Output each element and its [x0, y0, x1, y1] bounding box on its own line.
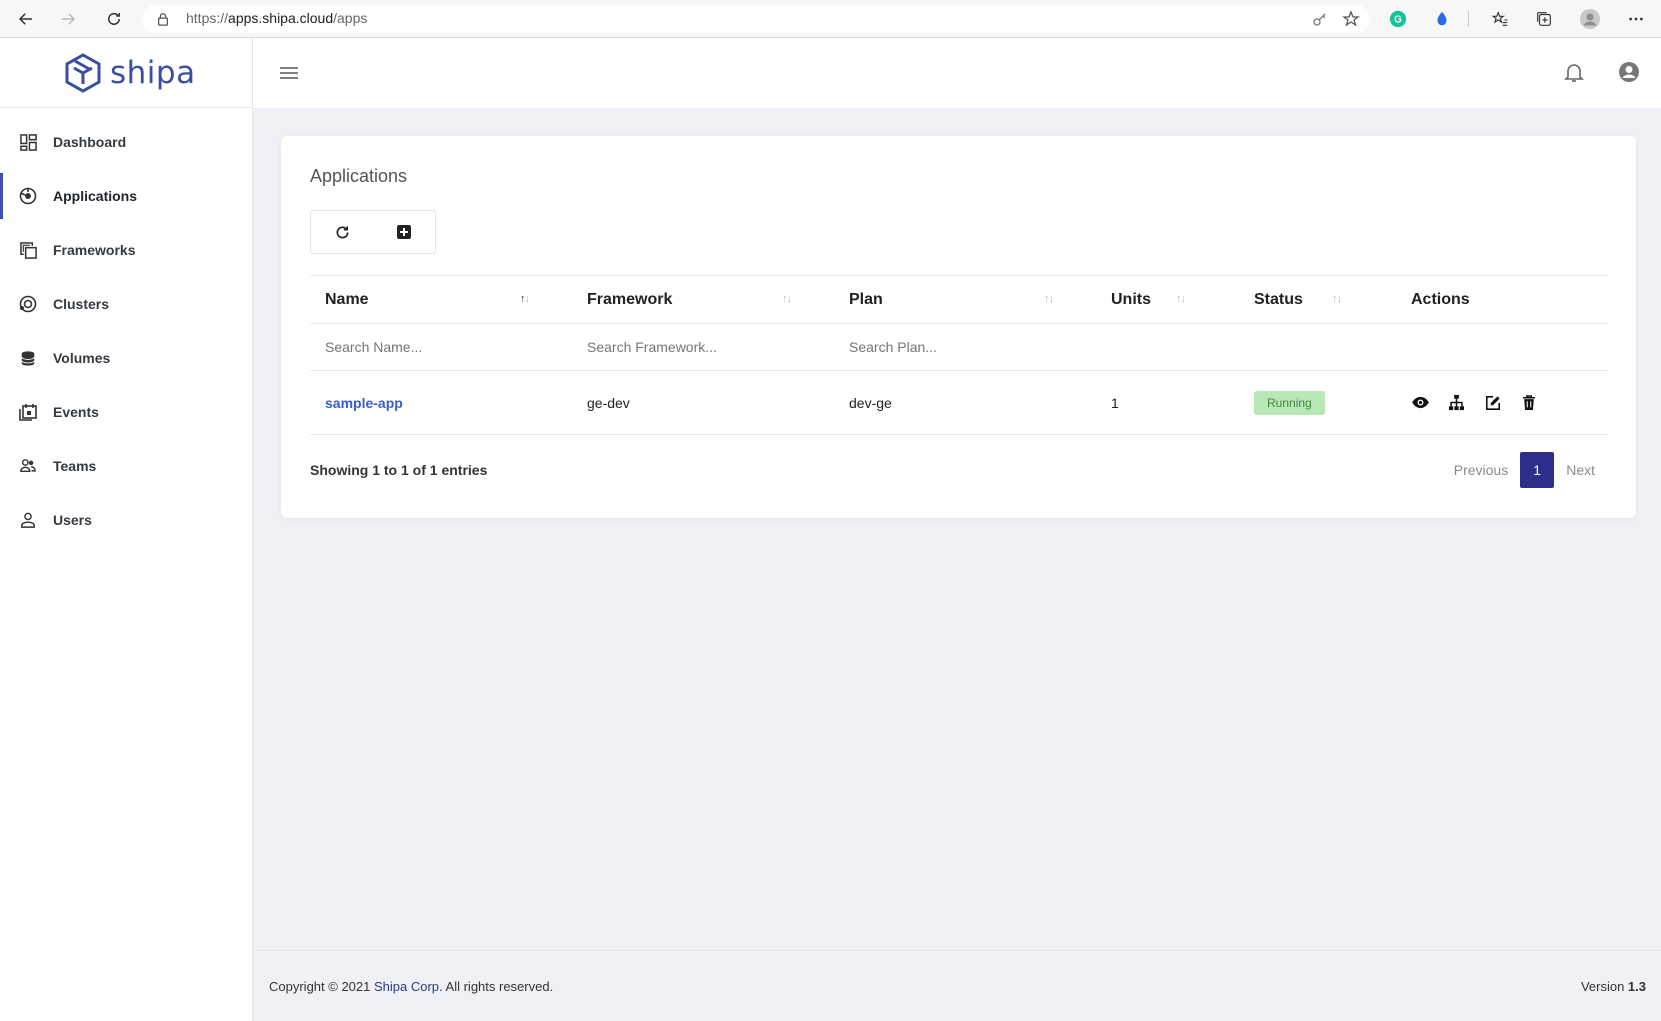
shipa-logo[interactable]: shipa: [62, 52, 196, 94]
add-square-icon: [397, 225, 411, 239]
column-header-plan[interactable]: Plan ↑↓: [834, 275, 1096, 324]
applications-card: Applications Name ↑↓ Framework ↑↓ Plan ↑↓ U…: [281, 136, 1636, 518]
refresh-button[interactable]: [311, 211, 373, 253]
app-plan: dev-ge: [834, 370, 1096, 435]
pagination: Previous 1 Next: [1442, 452, 1607, 488]
dashboard-icon: [19, 133, 37, 151]
sidebar-item-label: Dashboard: [53, 134, 127, 150]
sidebar-item-label: Volumes: [53, 350, 111, 366]
sidebar-item-teams[interactable]: Teams: [0, 443, 253, 489]
lock-icon: [157, 13, 169, 26]
sidebar-item-label: Users: [53, 512, 92, 528]
url-text: https://apps.shipa.cloud/apps: [186, 10, 368, 26]
logo-text: shipa: [110, 55, 196, 91]
search-name-input[interactable]: [325, 339, 545, 355]
copyright-text: Copyright © 2021 Shipa Corp. All rights …: [269, 979, 554, 994]
entries-info: Showing 1 to 1 of 1 entries: [310, 462, 488, 478]
table-row: sample-app ge-dev dev-ge 1 Running: [310, 370, 1608, 435]
app-name-link[interactable]: sample-app: [325, 395, 403, 411]
column-header-actions: Actions: [1396, 275, 1608, 324]
sort-icon[interactable]: ↑↓: [1044, 293, 1054, 305]
back-button[interactable]: [8, 1, 44, 37]
add-application-button[interactable]: [373, 211, 435, 253]
reload-icon: [108, 12, 120, 25]
status-badge: Running: [1254, 390, 1325, 415]
svg-text:G: G: [1394, 15, 1402, 26]
app-framework: ge-dev: [572, 370, 834, 435]
column-header-framework[interactable]: Framework ↑↓: [572, 275, 834, 324]
sidebar-item-label: Teams: [53, 458, 97, 474]
column-header-status[interactable]: Status ↑↓: [1239, 275, 1396, 324]
sidebar: shipa Dashboard Applications Frameworks …: [0, 38, 253, 1021]
row-actions: [1411, 393, 1608, 412]
more-options-icon[interactable]: [1624, 7, 1648, 31]
sidebar-item-dashboard[interactable]: Dashboard: [0, 119, 253, 165]
events-icon: [19, 403, 37, 421]
column-header-units[interactable]: Units ↑↓: [1096, 275, 1239, 324]
shipa-logo-icon: [65, 53, 101, 93]
edit-icon[interactable]: [1483, 393, 1502, 412]
key-icon[interactable]: [1312, 11, 1328, 27]
forward-button[interactable]: [50, 1, 86, 37]
sort-ascending-icon[interactable]: ↑↓: [520, 293, 530, 305]
sidebar-item-volumes[interactable]: Volumes: [0, 335, 253, 381]
sort-icon[interactable]: ↑↓: [1332, 293, 1342, 305]
sidebar-item-label: Applications: [53, 188, 138, 204]
sidebar-item-label: Frameworks: [53, 242, 136, 258]
hamburger-menu-icon[interactable]: [279, 63, 299, 83]
extension-icon[interactable]: [1430, 7, 1454, 31]
address-bar[interactable]: https://apps.shipa.cloud/apps: [142, 5, 1370, 33]
sidebar-item-applications[interactable]: Applications: [0, 173, 253, 219]
teams-icon: [19, 457, 37, 475]
view-eye-icon[interactable]: [1411, 393, 1430, 412]
sidebar-item-users[interactable]: Users: [0, 497, 253, 543]
sidebar-item-frameworks[interactable]: Frameworks: [0, 227, 253, 273]
search-framework-input[interactable]: [587, 339, 807, 355]
reload-button[interactable]: [96, 1, 132, 37]
app-units: 1: [1096, 370, 1239, 435]
refresh-icon: [336, 225, 348, 238]
sidebar-item-events[interactable]: Events: [0, 389, 253, 435]
notifications-bell-icon[interactable]: [1562, 60, 1586, 84]
forward-arrow-icon: [62, 13, 76, 25]
profile-avatar-icon[interactable]: [1578, 7, 1602, 31]
toolbar-button-group: [310, 210, 436, 254]
frameworks-icon: [19, 241, 37, 259]
footer: Copyright © 2021 Shipa Corp. All rights …: [253, 950, 1661, 1021]
users-icon: [19, 511, 37, 529]
page-title: Applications: [310, 166, 408, 186]
pagination-page-1[interactable]: 1: [1520, 452, 1555, 488]
grammarly-extension-icon[interactable]: G: [1386, 7, 1410, 31]
back-arrow-icon: [18, 13, 32, 25]
favorites-icon[interactable]: [1488, 7, 1512, 31]
topology-sitemap-icon[interactable]: [1447, 393, 1466, 412]
company-link[interactable]: Shipa Corp: [374, 979, 439, 994]
version-text: Version 1.3: [1580, 979, 1646, 994]
clusters-icon: [19, 295, 37, 313]
column-header-name[interactable]: Name ↑↓: [310, 275, 572, 324]
volumes-icon: [19, 349, 37, 367]
delete-trash-icon[interactable]: [1519, 393, 1538, 412]
applications-table: Name ↑↓ Framework ↑↓ Plan ↑↓ Units ↑↓ Status…: [310, 275, 1608, 435]
pagination-previous[interactable]: Previous: [1442, 462, 1520, 478]
search-plan-input[interactable]: [849, 339, 1069, 355]
table-header-row: Name ↑↓ Framework ↑↓ Plan ↑↓ Units ↑↓ Status…: [310, 275, 1608, 324]
sidebar-item-label: Events: [53, 404, 99, 420]
toolbar-divider: [1468, 11, 1469, 27]
collections-icon[interactable]: [1532, 7, 1556, 31]
sort-icon[interactable]: ↑↓: [782, 293, 792, 305]
topbar: [253, 38, 1661, 108]
applications-icon: [19, 187, 37, 205]
sidebar-item-label: Clusters: [53, 296, 110, 312]
pagination-next[interactable]: Next: [1554, 462, 1607, 478]
favorite-star-icon[interactable]: [1342, 10, 1360, 28]
sidebar-item-clusters[interactable]: Clusters: [0, 281, 253, 327]
sort-icon[interactable]: ↑↓: [1176, 293, 1186, 305]
sidebar-divider: [0, 107, 253, 108]
search-row: [310, 323, 1608, 371]
user-account-icon[interactable]: [1617, 60, 1641, 84]
browser-toolbar: https://apps.shipa.cloud/apps G: [0, 0, 1661, 38]
